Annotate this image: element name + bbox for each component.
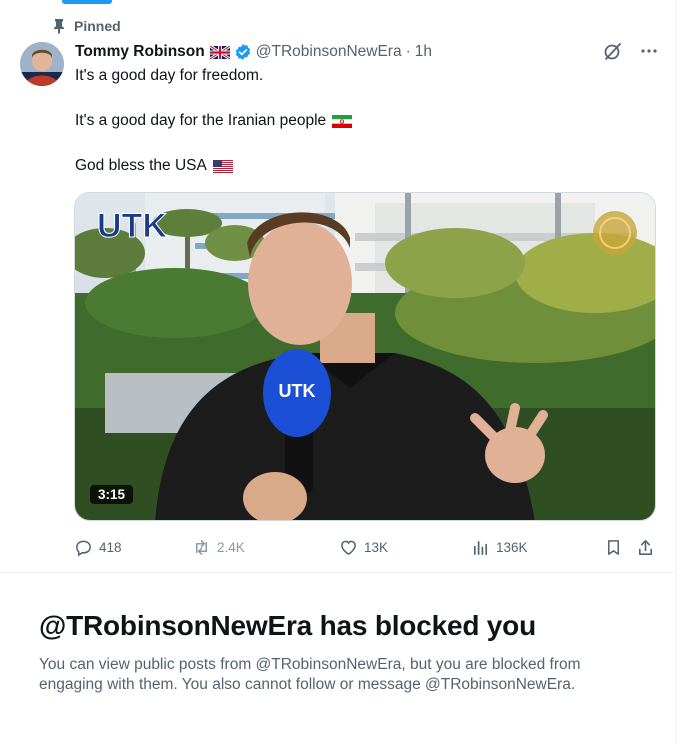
iran-flag-icon (332, 114, 353, 128)
usa-flag-icon (212, 159, 233, 173)
heart-icon (341, 540, 356, 555)
active-tab-indicator (62, 0, 112, 4)
author-name[interactable]: Tommy Robinson (75, 43, 205, 61)
blocked-title: @TRobinsonNewEra has blocked you (39, 610, 536, 641)
tweet-actions-bar: 418 2.4K 13K 136K (74, 535, 664, 559)
repost-icon (195, 539, 208, 555)
video-logo-left: UTK (97, 207, 167, 245)
tweet-line-1: It's a good day for freedom. (75, 67, 264, 84)
bookmark-button[interactable] (604, 535, 623, 559)
reply-button[interactable]: 418 (74, 535, 122, 559)
author-handle[interactable]: @TRobinsonNewEra (256, 43, 402, 61)
video-duration: 3:15 (90, 485, 134, 504)
mic-logo: UTK (279, 381, 316, 401)
section-divider (0, 572, 677, 573)
share-icon (638, 539, 653, 555)
video-player[interactable]: UTK UTK (74, 192, 656, 521)
grok-icon[interactable] (603, 41, 623, 61)
tweet-header: Tommy Robinson @TRobinsonNewEra · 1h (75, 41, 663, 63)
repost-count: 2.4K (217, 539, 245, 555)
bookmark-icon (607, 539, 620, 555)
repost-button[interactable]: 2.4K (192, 535, 245, 559)
tweet-line-2: It's a good day for the Iranian people (75, 112, 327, 129)
tweet-line-3: God bless the USA (75, 157, 207, 174)
separator-dot: · (405, 43, 411, 60)
tweet-timestamp[interactable]: 1h (415, 43, 432, 61)
views-button[interactable]: 136K (471, 535, 528, 559)
reply-icon (76, 540, 91, 557)
reply-count: 418 (99, 539, 122, 555)
pinned-label: Pinned (74, 18, 121, 34)
uk-flag-icon (209, 45, 230, 59)
views-count: 136K (496, 539, 528, 555)
avatar[interactable] (20, 42, 64, 86)
blocked-description: You can view public posts from @TRobinso… (39, 656, 581, 693)
verified-badge-icon[interactable] (234, 43, 252, 61)
like-button[interactable]: 13K (339, 535, 388, 559)
like-count: 13K (364, 539, 389, 555)
pinned-indicator: Pinned (52, 18, 121, 34)
more-options-icon[interactable] (639, 41, 659, 61)
tweet-text: It's a good day for freedom. It's a good… (75, 66, 353, 201)
views-chart-icon (473, 540, 488, 555)
pin-icon (54, 19, 64, 34)
share-button[interactable] (636, 535, 655, 559)
